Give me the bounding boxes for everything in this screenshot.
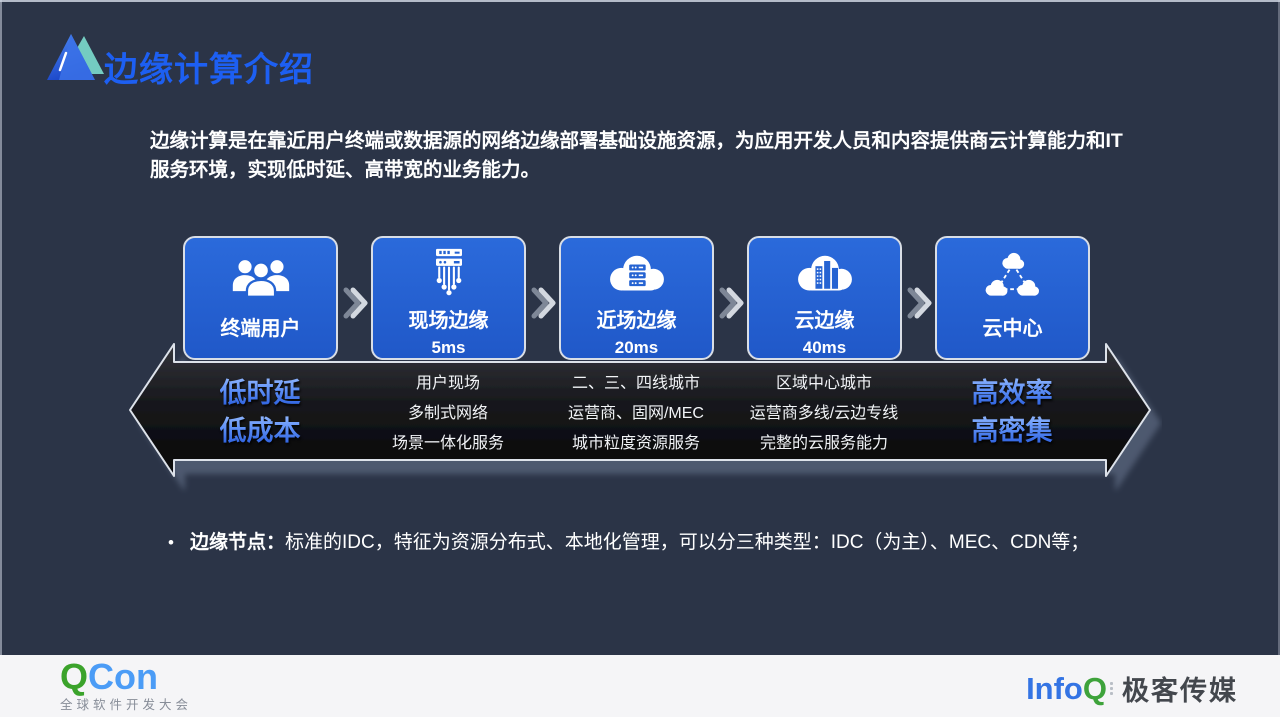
band-line: 多制式网络: [355, 399, 541, 429]
bullet-item: • 边缘节点：标准的IDC，特征为资源分布式、本地化管理，可以分三种类型：IDC（…: [168, 527, 1158, 554]
cloud-network-icon: [984, 246, 1042, 310]
qcon-logo-q: Q: [60, 656, 88, 697]
intro-paragraph: 边缘计算是在靠近用户终端或数据源的网络边缘部署基础设施资源，为应用开发人员和内容…: [150, 127, 1142, 186]
band-column-field-edge: 用户现场 多制式网络 场景一体化服务: [355, 369, 541, 459]
page-title: 边缘计算介绍: [104, 42, 314, 91]
infoq-small-mark: [1110, 676, 1114, 702]
bullet-text: 标准的IDC，特征为资源分布式、本地化管理，可以分三种类型：IDC（为主）、ME…: [285, 532, 1089, 553]
band-line: 区域中心城市: [731, 369, 917, 399]
qcon-subtitle: 全球软件开发大会: [60, 699, 192, 712]
users-icon: [230, 246, 292, 310]
band-column-low-latency: 低时延 低成本: [167, 374, 353, 450]
band-line: 高效率: [972, 374, 1053, 412]
slide: 边缘计算介绍 边缘计算是在靠近用户终端或数据源的网络边缘部署基础设施资源，为应用…: [0, 0, 1280, 717]
qcon-logo: QCon 全球软件开发大会: [60, 659, 192, 712]
band-line: 运营商、固网/MEC: [543, 399, 729, 429]
band-column-high-efficiency: 高效率 高密集: [919, 374, 1105, 450]
band-line: 城市粒度资源服务: [543, 429, 729, 459]
edge-device-icon: [423, 246, 475, 302]
band-line: 二、三、四线城市: [543, 369, 729, 399]
band-line: 低时延: [220, 374, 301, 412]
triangle-logo-icon: [46, 30, 106, 82]
band-line: 完整的云服务能力: [731, 429, 917, 459]
chevron-right-icon: [906, 283, 932, 323]
stage-label: 云边缘: [795, 304, 855, 333]
band-line: 运营商多线/云边专线: [731, 399, 917, 429]
qcon-logo-con: Con: [88, 656, 158, 697]
band-line: 场景一体化服务: [355, 429, 541, 459]
infoq-logo-q: Q: [1083, 673, 1107, 704]
band-column-cloud-edge: 区域中心城市 运营商多线/云边专线 完整的云服务能力: [731, 369, 917, 459]
footer-bar: QCon 全球软件开发大会 InfoQ 极客传媒: [0, 655, 1280, 717]
stage-label: 现场边缘: [409, 304, 489, 333]
band-line: 高密集: [972, 412, 1053, 450]
stage-label: 近场边缘: [597, 304, 677, 333]
cloud-city-icon: [792, 246, 858, 302]
band-line: 低成本: [220, 412, 301, 450]
infoq-brand-text: 极客传媒: [1122, 669, 1238, 708]
chevron-right-icon: [530, 283, 556, 323]
chevron-right-icon: [342, 283, 368, 323]
cloud-server-icon: [604, 246, 670, 302]
band-line: 用户现场: [355, 369, 541, 399]
bullet-marker: •: [168, 533, 174, 552]
infoq-logo-info: Info: [1026, 673, 1083, 704]
band-column-near-edge: 二、三、四线城市 运营商、固网/MEC 城市粒度资源服务: [543, 369, 729, 459]
infoq-logo: InfoQ 极客传媒: [1026, 669, 1238, 708]
chevron-right-icon: [718, 283, 744, 323]
bullet-term: 边缘节点：: [190, 532, 285, 553]
